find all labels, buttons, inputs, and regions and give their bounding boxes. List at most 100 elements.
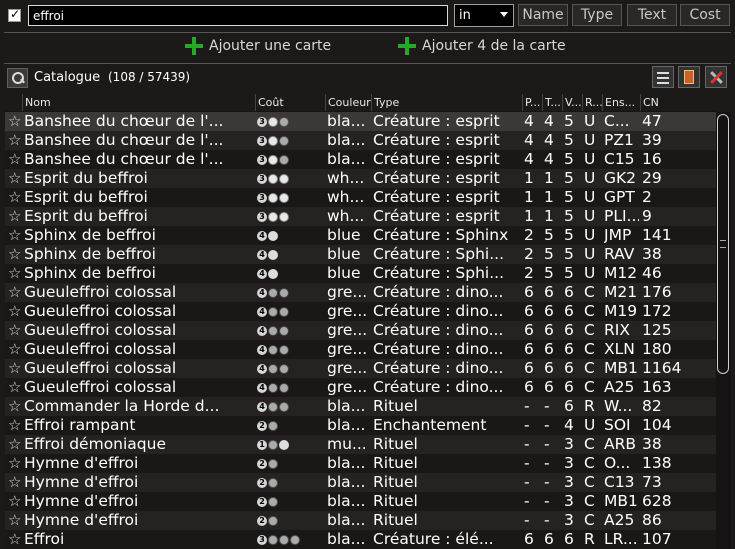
table-row[interactable]: ☆ Sphinx de beffroi 4 blue Créature : Sphi..… (5, 245, 716, 264)
set-code: RAV (604, 245, 635, 263)
favorite-star-icon[interactable]: ☆ (8, 151, 24, 168)
rarity: U (584, 169, 596, 187)
sort-cost-button[interactable]: Cost (680, 4, 730, 26)
favorite-star-icon[interactable]: ☆ (8, 113, 24, 130)
favorite-star-icon[interactable]: ☆ (8, 360, 24, 377)
favorite-star-icon[interactable]: ☆ (8, 493, 24, 510)
table-row[interactable]: ☆ Commander la Horde d... 4 bla... Rituel - -6… (5, 397, 716, 416)
favorite-star-icon[interactable]: ☆ (8, 436, 24, 453)
toughness: 1 (544, 169, 554, 187)
mana-cost: 2 (257, 511, 279, 530)
card-name: Sphinx de beffroi (24, 264, 156, 282)
mana-value: 5 (564, 226, 574, 244)
favorite-star-icon[interactable]: ☆ (8, 322, 24, 339)
table-row[interactable]: ☆ Sphinx de beffroi 4 blue Créature : Sphinx… (5, 226, 716, 245)
scrollbar-grip-icon (720, 240, 726, 248)
table-row[interactable]: ☆ Esprit du beffroi 3 wh... Créature : espri… (5, 169, 716, 188)
table-row[interactable]: ☆ Hymne d'effroi 2 bla... Rituel - -3 C A25 86 (5, 511, 716, 530)
favorite-star-icon[interactable]: ☆ (8, 208, 24, 225)
collector-number: 73 (642, 473, 662, 491)
table-row[interactable]: ☆ Banshee du chœur de l'... 3 bla... Créatur… (5, 112, 716, 131)
search-input[interactable]: effroi (28, 5, 448, 26)
collector-number: 176 (642, 283, 672, 301)
column-header-col-name[interactable]: Nom (22, 94, 255, 111)
set-code: LR... (604, 530, 638, 548)
mana-value: 6 (564, 302, 574, 320)
column-header-col-toughness[interactable]: T... (542, 94, 562, 111)
power: - (524, 397, 530, 415)
sort-text-button[interactable]: Text (627, 4, 677, 26)
rarity: U (584, 150, 596, 168)
column-header-col-set[interactable]: Ens... (602, 94, 640, 111)
card-name: Gueuleffroi colossal (24, 321, 177, 339)
favorite-star-icon[interactable]: ☆ (8, 455, 24, 472)
card-name: Hymne d'effroi (24, 473, 139, 491)
table-row[interactable]: ☆ Gueuleffroi colossal 4 gre... Créature : d… (5, 378, 716, 397)
favorite-star-icon[interactable]: ☆ (8, 341, 24, 358)
favorite-star-icon[interactable]: ☆ (8, 379, 24, 396)
sort-name-button[interactable]: Name (518, 4, 568, 26)
table-row[interactable]: ☆ Gueuleffroi colossal 4 gre... Créature : d… (5, 321, 716, 340)
favorite-star-icon[interactable]: ☆ (8, 227, 24, 244)
table-row[interactable]: ☆ Hymne d'effroi 2 bla... Rituel - -3 C MB1 628 (5, 492, 716, 511)
mana-cost: 4 (257, 283, 290, 302)
table-row[interactable]: ☆ Gueuleffroi colossal 4 gre... Créature : d… (5, 283, 716, 302)
favorite-star-icon[interactable]: ☆ (8, 398, 24, 415)
generic-mana-symbol: 2 (257, 458, 267, 469)
column-header-col-collector-number[interactable]: CN (640, 94, 712, 111)
set-code: ARB (604, 435, 637, 453)
table-row[interactable]: ☆ Hymne d'effroi 2 bla... Rituel - -3 C O... 138 (5, 454, 716, 473)
filter-enabled-checkbox[interactable]: ✓ (8, 7, 21, 22)
search-icon[interactable] (7, 68, 28, 88)
mana-symbol-b (279, 116, 289, 127)
favorite-star-icon[interactable]: ☆ (8, 417, 24, 434)
favorite-star-icon[interactable]: ☆ (8, 189, 24, 206)
table-row[interactable]: ☆ Effroi rampant 2 bla... Enchantement - -4 U SO… (5, 416, 716, 435)
column-header-col-rarity[interactable]: R... (582, 94, 602, 111)
card-name: Effroi démoniaque (24, 435, 167, 453)
mana-symbol-w (268, 173, 278, 184)
table-row[interactable]: ☆ Gueuleffroi colossal 4 gre... Créature : d… (5, 340, 716, 359)
column-header-col-mana-value[interactable]: V... (562, 94, 582, 111)
favorite-star-icon[interactable]: ☆ (8, 132, 24, 149)
power: 2 (524, 226, 534, 244)
rarity: R (584, 397, 595, 415)
column-header-col-type[interactable]: Type (371, 94, 522, 111)
table-row[interactable]: ☆ Esprit du beffroi 3 wh... Créature : espri… (5, 188, 716, 207)
table-row[interactable]: ☆ Sphinx de beffroi 4 blue Créature : Sphi..… (5, 264, 716, 283)
column-header-col-color[interactable]: Couleur (325, 94, 371, 111)
table-row[interactable]: ☆ Esprit du beffroi 3 wh... Créature : espri… (5, 207, 716, 226)
favorite-star-icon[interactable]: ☆ (8, 246, 24, 263)
mana-value: 5 (564, 131, 574, 149)
table-row[interactable]: ☆ Hymne d'effroi 2 bla... Rituel - -3 C C13 73 (5, 473, 716, 492)
toughness: 4 (544, 150, 554, 168)
column-header-col-power[interactable]: P... (522, 94, 542, 111)
favorite-star-icon[interactable]: ☆ (8, 512, 24, 529)
column-header-col-cost[interactable]: Coût (255, 94, 325, 111)
card-type: Rituel (373, 435, 418, 453)
favorite-star-icon[interactable]: ☆ (8, 265, 24, 282)
card-view-icon[interactable] (678, 66, 700, 88)
table-row[interactable]: ☆ Effroi 3 bla... Créature : élé... 6 6 6 R LR...… (5, 530, 716, 549)
mana-cost: 4 (257, 321, 290, 340)
favorite-star-icon[interactable]: ☆ (8, 303, 24, 320)
add-one-card-button[interactable]: Ajouter une carte (185, 37, 331, 57)
add-four-cards-button[interactable]: Ajouter 4 de la carte (398, 37, 566, 57)
sort-type-button[interactable]: Type (572, 4, 622, 26)
favorite-star-icon[interactable]: ☆ (8, 531, 24, 548)
favorite-star-icon[interactable]: ☆ (8, 284, 24, 301)
tools-icon[interactable] (705, 66, 727, 88)
favorite-star-icon[interactable]: ☆ (8, 170, 24, 187)
table-row[interactable]: ☆ Effroi démoniaque 1 mu... Rituel - -3 C ARB 38 (5, 435, 716, 454)
table-row[interactable]: ☆ Gueuleffroi colossal 4 gre... Créature : d… (5, 359, 716, 378)
card-color: gre... (327, 378, 368, 396)
mana-cost: 4 (257, 359, 290, 378)
list-view-icon[interactable] (652, 66, 674, 88)
mana-value: 3 (564, 473, 574, 491)
table-row[interactable]: ☆ Banshee du chœur de l'... 3 bla... Créatur… (5, 150, 716, 169)
card-type: Créature : esprit (373, 188, 500, 206)
table-row[interactable]: ☆ Banshee du chœur de l'... 3 bla... Créatur… (5, 131, 716, 150)
collector-number: 172 (642, 302, 672, 320)
table-row[interactable]: ☆ Gueuleffroi colossal 4 gre... Créature : d… (5, 302, 716, 321)
favorite-star-icon[interactable]: ☆ (8, 474, 24, 491)
